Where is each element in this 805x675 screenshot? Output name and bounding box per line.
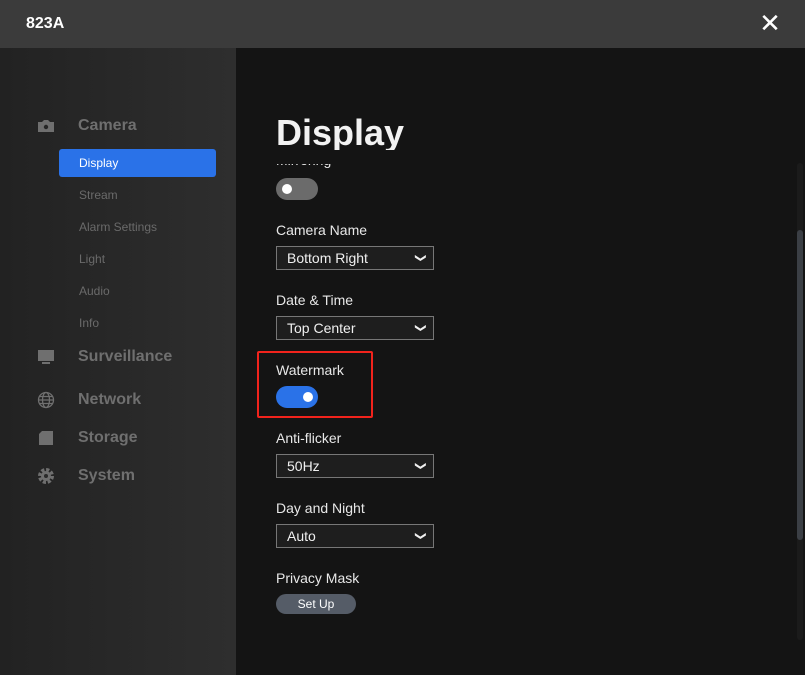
sidebar-section-label: Network <box>78 391 142 408</box>
select-value: Top Center <box>287 320 356 336</box>
sidebar-section-label: Camera <box>78 117 137 134</box>
sidebar-item-audio[interactable]: Audio <box>59 277 216 305</box>
page-title: Display <box>276 112 405 153</box>
sidebar-section-label: Surveillance <box>78 348 173 365</box>
sidebar-section-label: System <box>78 467 135 484</box>
sidebar-item-display[interactable]: Display <box>59 149 216 177</box>
gear-icon <box>36 466 56 486</box>
sidebar-section-system[interactable]: System <box>36 464 135 488</box>
window-title: 823A <box>26 15 65 32</box>
sidebar: Camera Display Stream Alarm Settings Lig… <box>0 48 236 675</box>
globe-icon <box>36 390 56 410</box>
sidebar-section-network[interactable]: Network <box>36 388 141 412</box>
day-night-label: Day and Night <box>276 500 365 516</box>
sidebar-item-stream[interactable]: Stream <box>59 181 216 209</box>
toggle-knob <box>282 184 292 194</box>
sidebar-section-label: Storage <box>78 429 138 446</box>
sidebar-item-alarm-settings[interactable]: Alarm Settings <box>59 213 216 241</box>
day-night-select[interactable]: Auto ❯ <box>276 524 434 548</box>
mirroring-toggle[interactable] <box>276 178 318 200</box>
select-value: Bottom Right <box>287 250 368 266</box>
close-icon[interactable]: ✕ <box>758 10 782 36</box>
camera-icon <box>36 116 56 136</box>
sidebar-item-light[interactable]: Light <box>59 245 216 273</box>
camera-name-label: Camera Name <box>276 222 368 238</box>
scroll-mask <box>236 150 796 164</box>
monitor-icon <box>36 347 56 367</box>
date-time-label: Date & Time <box>276 292 354 308</box>
sidebar-item-info[interactable]: Info <box>59 309 216 337</box>
sidebar-section-camera[interactable]: Camera <box>36 114 137 138</box>
camera-name-select[interactable]: Bottom Right ❯ <box>276 246 434 270</box>
highlight-box <box>257 351 373 418</box>
anti-flicker-select[interactable]: 50Hz ❯ <box>276 454 434 478</box>
sidebar-section-storage[interactable]: Storage <box>36 426 138 450</box>
privacy-mask-setup-button[interactable]: Set Up <box>276 594 356 614</box>
sidebar-section-surveillance[interactable]: Surveillance <box>36 345 172 369</box>
chevron-down-icon: ❯ <box>414 461 427 471</box>
chevron-down-icon: ❯ <box>414 253 427 263</box>
privacy-mask-label: Privacy Mask <box>276 570 360 586</box>
scrollbar-thumb[interactable] <box>797 230 803 540</box>
sd-card-icon <box>36 428 56 448</box>
date-time-select[interactable]: Top Center ❯ <box>276 316 434 340</box>
title-bar: 823A ✕ <box>0 0 805 48</box>
select-value: Auto <box>287 528 316 544</box>
anti-flicker-label: Anti-flicker <box>276 430 342 446</box>
chevron-down-icon: ❯ <box>414 531 427 541</box>
chevron-down-icon: ❯ <box>414 323 427 333</box>
select-value: 50Hz <box>287 458 320 474</box>
